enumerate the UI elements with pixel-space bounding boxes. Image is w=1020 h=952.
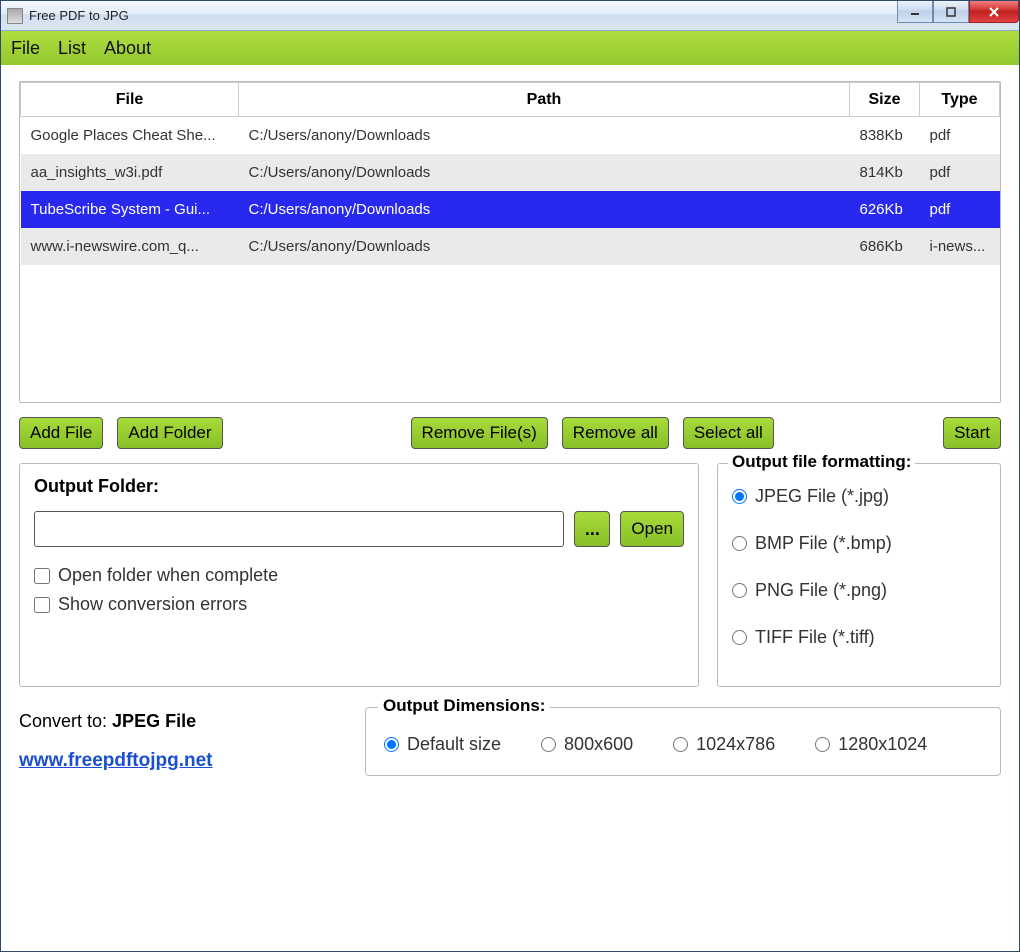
maximize-icon: [946, 7, 956, 17]
bottom-row: Convert to: JPEG File www.freepdftojpg.n…: [19, 707, 1001, 776]
show-errors-row[interactable]: Show conversion errors: [34, 594, 684, 615]
dimension-radio[interactable]: [384, 737, 399, 752]
dimension-radio[interactable]: [673, 737, 688, 752]
dimension-radio[interactable]: [815, 737, 830, 752]
col-header-type[interactable]: Type: [920, 83, 1000, 117]
titlebar[interactable]: Free PDF to JPG: [1, 1, 1019, 31]
menu-list[interactable]: List: [54, 34, 90, 63]
cell-type: pdf: [920, 191, 1000, 228]
website-link[interactable]: www.freepdftojpg.net: [19, 750, 213, 771]
format-option-label: BMP File (*.bmp): [755, 533, 892, 554]
cell-type: pdf: [920, 117, 1000, 155]
dimension-option-label: 1280x1024: [838, 734, 927, 755]
format-radio[interactable]: [732, 583, 747, 598]
add-folder-button[interactable]: Add Folder: [117, 417, 222, 449]
action-button-row: Add File Add Folder Remove File(s) Remov…: [19, 417, 1001, 449]
cell-file: Google Places Cheat She...: [21, 117, 239, 155]
dimension-option-label: 800x600: [564, 734, 633, 755]
cell-type: i-news...: [920, 228, 1000, 265]
output-format-group: Output file formatting: JPEG File (*.jpg…: [717, 463, 1001, 687]
minimize-icon: [910, 7, 920, 17]
menu-file[interactable]: File: [7, 34, 44, 63]
cell-size: 626Kb: [850, 191, 920, 228]
format-option[interactable]: BMP File (*.bmp): [732, 533, 986, 554]
cell-path: C:/Users/anony/Downloads: [239, 228, 850, 265]
minimize-button[interactable]: [897, 1, 933, 23]
dimension-option[interactable]: 800x600: [541, 734, 633, 755]
dimension-radio[interactable]: [541, 737, 556, 752]
cell-file: TubeScribe System - Gui...: [21, 191, 239, 228]
open-when-complete-row[interactable]: Open folder when complete: [34, 565, 684, 586]
table-row[interactable]: aa_insights_w3i.pdfC:/Users/anony/Downlo…: [21, 154, 1000, 191]
col-header-size[interactable]: Size: [850, 83, 920, 117]
dimension-option[interactable]: 1280x1024: [815, 734, 927, 755]
app-window: Free PDF to JPG File List About File: [0, 0, 1020, 952]
mid-row: Output Folder: ... Open Open folder when…: [19, 463, 1001, 687]
output-dimensions-group: Output Dimensions: Default size800x60010…: [365, 707, 1001, 776]
output-dimensions-label: Output Dimensions:: [378, 696, 550, 716]
format-option[interactable]: PNG File (*.png): [732, 580, 986, 601]
format-radio[interactable]: [732, 536, 747, 551]
client-area: File Path Size Type Google Places Cheat …: [1, 65, 1019, 951]
table-row[interactable]: Google Places Cheat She...C:/Users/anony…: [21, 117, 1000, 155]
format-radio[interactable]: [732, 489, 747, 504]
format-radio[interactable]: [732, 630, 747, 645]
cell-path: C:/Users/anony/Downloads: [239, 191, 850, 228]
open-when-complete-label: Open folder when complete: [58, 565, 278, 586]
select-all-button[interactable]: Select all: [683, 417, 774, 449]
app-icon: [7, 8, 23, 24]
file-table-frame: File Path Size Type Google Places Cheat …: [19, 81, 1001, 403]
start-button[interactable]: Start: [943, 417, 1001, 449]
format-option-label: PNG File (*.png): [755, 580, 887, 601]
menubar: File List About: [1, 31, 1019, 65]
open-when-complete-checkbox[interactable]: [34, 568, 50, 584]
close-icon: [988, 6, 1000, 18]
output-folder-group: Output Folder: ... Open Open folder when…: [19, 463, 699, 687]
format-option-label: TIFF File (*.tiff): [755, 627, 875, 648]
cell-size: 814Kb: [850, 154, 920, 191]
table-row[interactable]: TubeScribe System - Gui...C:/Users/anony…: [21, 191, 1000, 228]
dimension-option-label: 1024x786: [696, 734, 775, 755]
format-option[interactable]: JPEG File (*.jpg): [732, 486, 986, 507]
show-errors-checkbox[interactable]: [34, 597, 50, 613]
output-format-label: Output file formatting:: [728, 452, 915, 472]
browse-button[interactable]: ...: [574, 511, 610, 547]
table-row[interactable]: www.i-newswire.com_q...C:/Users/anony/Do…: [21, 228, 1000, 265]
col-header-file[interactable]: File: [21, 83, 239, 117]
window-controls: [897, 1, 1019, 23]
remove-files-button[interactable]: Remove File(s): [411, 417, 548, 449]
maximize-button[interactable]: [933, 1, 969, 23]
file-table: File Path Size Type Google Places Cheat …: [20, 82, 1000, 265]
dimension-option[interactable]: 1024x786: [673, 734, 775, 755]
cell-path: C:/Users/anony/Downloads: [239, 154, 850, 191]
add-file-button[interactable]: Add File: [19, 417, 103, 449]
dimension-option-label: Default size: [407, 734, 501, 755]
dimension-option[interactable]: Default size: [384, 734, 501, 755]
cell-file: aa_insights_w3i.pdf: [21, 154, 239, 191]
format-option[interactable]: TIFF File (*.tiff): [732, 627, 986, 648]
convert-to-text: Convert to: JPEG File: [19, 711, 329, 732]
cell-size: 838Kb: [850, 117, 920, 155]
format-option-label: JPEG File (*.jpg): [755, 486, 889, 507]
remove-all-button[interactable]: Remove all: [562, 417, 669, 449]
menu-about[interactable]: About: [100, 34, 155, 63]
col-header-path[interactable]: Path: [239, 83, 850, 117]
show-errors-label: Show conversion errors: [58, 594, 247, 615]
cell-path: C:/Users/anony/Downloads: [239, 117, 850, 155]
window-title: Free PDF to JPG: [29, 8, 129, 23]
open-folder-button[interactable]: Open: [620, 511, 684, 547]
cell-size: 686Kb: [850, 228, 920, 265]
output-folder-input[interactable]: [34, 511, 564, 547]
close-button[interactable]: [969, 1, 1019, 23]
convert-info: Convert to: JPEG File www.freepdftojpg.n…: [19, 707, 329, 772]
cell-file: www.i-newswire.com_q...: [21, 228, 239, 265]
cell-type: pdf: [920, 154, 1000, 191]
output-folder-label: Output Folder:: [34, 476, 684, 497]
